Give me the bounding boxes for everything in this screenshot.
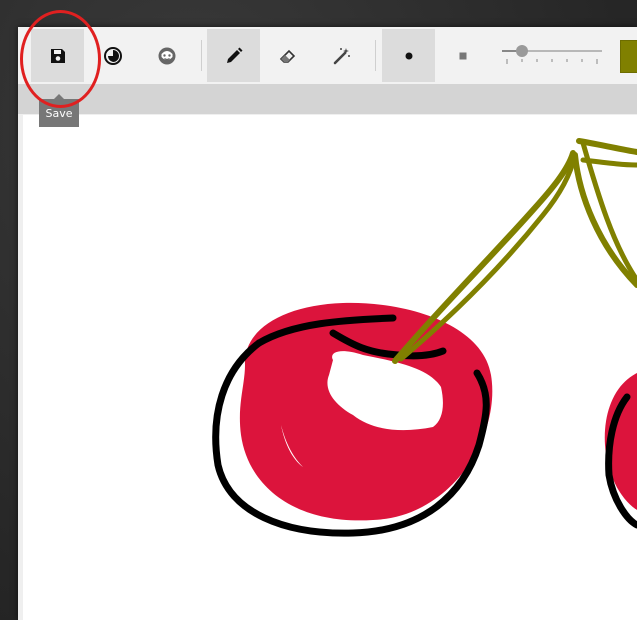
pencil-tool-button[interactable] (207, 29, 260, 82)
eraser-icon (279, 49, 295, 63)
floppy-disk-icon (50, 48, 65, 63)
round-brush-button[interactable] (382, 29, 435, 82)
toolbar-divider (201, 40, 202, 71)
paint-app (18, 27, 637, 620)
smiley-icon (158, 47, 175, 64)
cherry-drawing (212, 138, 637, 537)
square-brush-icon (459, 52, 466, 59)
magic-wand-icon (333, 47, 350, 64)
toolbar-divider (375, 40, 376, 71)
brush-size-slider[interactable] (502, 41, 602, 71)
toolbar-bottom-strip (18, 84, 637, 114)
slider-ticks (506, 59, 598, 64)
color-picker-swatch[interactable] (620, 40, 637, 73)
pencil-icon (226, 47, 242, 63)
drawing-canvas[interactable] (23, 115, 637, 620)
invert-colors-button[interactable] (86, 29, 139, 82)
eraser-tool-button[interactable] (261, 29, 314, 82)
toolbar (18, 27, 637, 84)
save-tooltip: Save (39, 94, 79, 127)
square-brush-button[interactable] (436, 29, 489, 82)
round-brush-icon (405, 52, 412, 59)
slider-thumb[interactable] (516, 45, 528, 57)
contrast-circle-icon (103, 46, 122, 65)
magic-wand-tool-button[interactable] (315, 29, 368, 82)
stamp-button[interactable] (140, 29, 193, 82)
save-button[interactable] (31, 29, 84, 82)
